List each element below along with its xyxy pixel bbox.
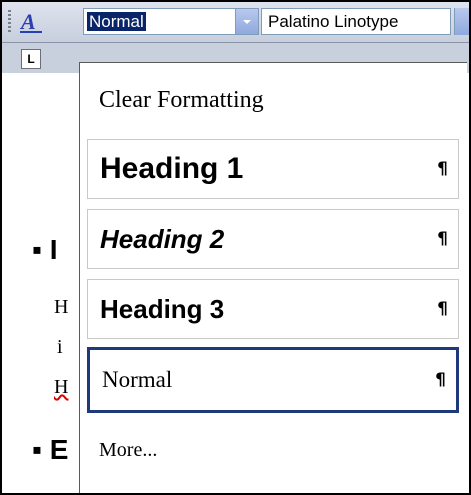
style-dropdown-button[interactable] [235, 9, 258, 34]
paragraph-mark-icon: ¶ [435, 370, 446, 390]
style-item-label: Heading 3 [100, 293, 225, 324]
style-item-normal[interactable]: Normal ¶ [87, 347, 459, 413]
style-item-label: Normal [102, 367, 173, 392]
paragraph-mark-icon: ¶ [437, 299, 448, 319]
formatting-toolbar: A Normal Palatino Linotype [2, 2, 469, 43]
word-window: A Normal Palatino Linotype L ▪ I H i H ▪… [0, 0, 471, 495]
font-input[interactable]: Palatino Linotype [268, 12, 398, 31]
style-item-heading-1[interactable]: Heading 1 ¶ [87, 139, 459, 199]
style-input[interactable]: Normal [87, 12, 146, 31]
doc-body-line: i [57, 336, 63, 358]
doc-body-line: H [54, 296, 69, 318]
doc-heading-bullet: ▪ E [32, 434, 69, 465]
chevron-down-icon [243, 20, 251, 24]
style-combo-box[interactable]: Normal [83, 8, 259, 35]
font-combo-box[interactable]: Palatino Linotype [261, 8, 451, 35]
clear-formatting-item[interactable]: Clear Formatting [99, 87, 264, 114]
style-item-heading-2[interactable]: Heading 2 ¶ [87, 209, 459, 269]
more-styles-item[interactable]: More... [99, 439, 157, 462]
style-dropdown-list: Clear Formatting Heading 1 ¶ Heading 2 ¶… [79, 62, 467, 493]
font-dropdown-button[interactable] [454, 8, 469, 35]
doc-heading-bullet: ▪ I [32, 234, 58, 265]
style-item-heading-3[interactable]: Heading 3 ¶ [87, 279, 459, 339]
styles-and-formatting-icon[interactable]: A [18, 8, 44, 36]
tab-selector[interactable]: L [21, 49, 41, 69]
svg-text:A: A [19, 9, 36, 34]
toolbar-grip[interactable] [8, 10, 11, 34]
doc-body-line: H [54, 376, 69, 398]
style-item-label: Heading 1 [100, 152, 244, 185]
paragraph-mark-icon: ¶ [437, 159, 448, 179]
style-item-label: Heading 2 [100, 223, 225, 254]
paragraph-mark-icon: ¶ [437, 229, 448, 249]
